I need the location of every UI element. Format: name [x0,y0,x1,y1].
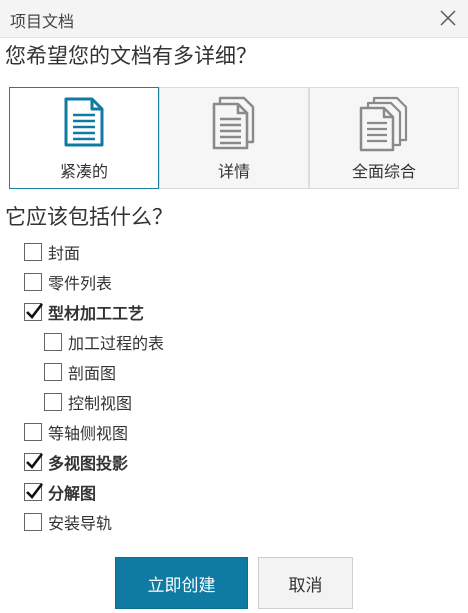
double-document-icon [210,96,258,154]
include-option-label: 等轴侧视图 [48,424,129,443]
dialog-title: 项目文档 [10,12,75,31]
include-option-section-view[interactable]: 剖面图 [44,360,116,384]
create-now-button[interactable]: 立即创建 [115,557,248,609]
include-option-exploded-view[interactable]: 分解图 [24,480,96,504]
detail-option-label: 紧凑的 [59,162,108,181]
include-option-label: 安装导轨 [48,514,113,533]
detail-option-details[interactable]: 详情 [159,87,309,189]
include-option-label: 型材加工工艺 [48,304,145,323]
detail-option-label: 详情 [217,162,250,181]
checkmark-icon [26,483,44,499]
include-option-mounting-rail[interactable]: 安装导轨 [24,510,112,534]
include-option-isometric-view[interactable]: 等轴侧视图 [24,420,128,444]
single-document-icon [61,96,107,152]
include-option-cover[interactable]: 封面 [24,240,80,264]
detail-option-compact[interactable]: 紧凑的 [9,87,159,189]
detail-question: 您希望您的文档有多详细？ [5,44,257,68]
include-option-process-table[interactable]: 加工过程的表 [44,330,164,354]
checkbox[interactable] [24,483,44,501]
checkbox[interactable] [44,393,62,411]
checkbox[interactable] [24,243,42,261]
close-icon[interactable] [436,6,460,30]
detail-option-comprehensive[interactable]: 全面综合 [309,87,459,189]
include-option-label: 分解图 [48,484,97,503]
include-option-parts-list[interactable]: 零件列表 [24,270,112,294]
detail-level-selector: 紧凑的 详情 全面综合 [9,87,459,189]
checkbox[interactable] [24,273,42,291]
include-option-label: 多视图投影 [48,454,129,473]
checkbox[interactable] [44,333,62,351]
checkbox[interactable] [44,363,62,381]
include-question: 它应该包括什么？ [5,205,173,229]
include-option-profile-machining[interactable]: 型材加工工艺 [24,300,144,324]
checkbox[interactable] [24,453,44,471]
include-option-label: 加工过程的表 [68,334,165,353]
include-option-label: 剖面图 [68,364,117,383]
checkbox[interactable] [24,303,44,321]
include-option-label: 封面 [48,244,81,263]
include-option-control-view[interactable]: 控制视图 [44,390,132,414]
detail-option-label: 全面综合 [351,162,416,181]
include-option-label: 控制视图 [68,394,133,413]
checkmark-icon [26,303,44,319]
include-option-multiview-projection[interactable]: 多视图投影 [24,450,128,474]
document-stack-icon [357,96,411,156]
checkmark-icon [26,453,44,469]
cancel-button[interactable]: 取消 [258,557,353,609]
checkbox[interactable] [24,513,42,531]
dialog-titlebar: 项目文档 [0,0,468,38]
checkbox[interactable] [24,423,42,441]
include-option-label: 零件列表 [48,274,113,293]
